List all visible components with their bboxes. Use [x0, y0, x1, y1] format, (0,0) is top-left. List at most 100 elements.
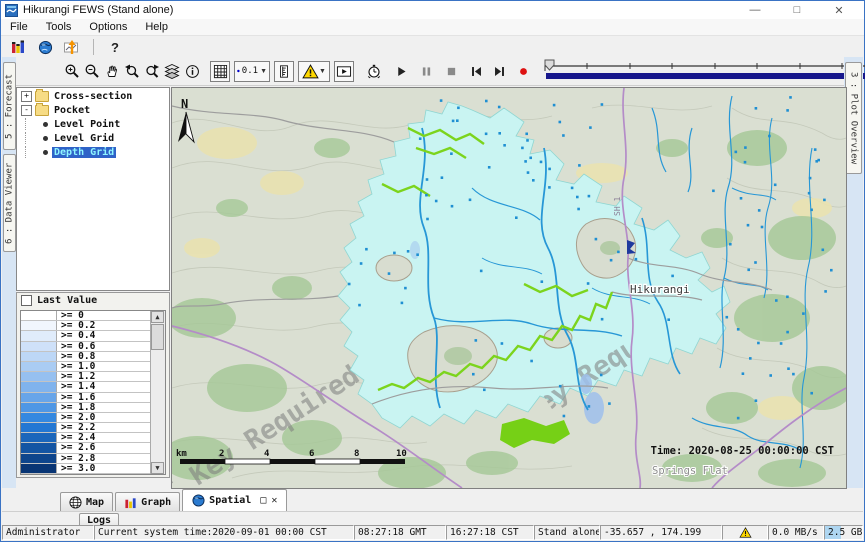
- tree-item-level-point[interactable]: Level Point: [17, 118, 169, 130]
- legend-swatch: [21, 311, 57, 320]
- legend-swatch: [21, 321, 57, 330]
- globe-icon: [192, 494, 205, 507]
- legend-swatch: [21, 372, 57, 381]
- title-bar: Hikurangi FEWS (Stand alone) — □ ✕: [1, 1, 864, 19]
- tree-item-cross-section[interactable]: + Cross-section: [17, 90, 169, 102]
- animation-settings-icon[interactable]: [364, 61, 384, 82]
- menu-tools[interactable]: Tools: [42, 20, 80, 34]
- svg-text:10: 10: [396, 449, 407, 459]
- last-value-checkbox[interactable]: [21, 295, 32, 306]
- legend-swatch: [21, 382, 57, 391]
- timeseries-display-icon[interactable]: [63, 38, 81, 56]
- status-gmt-time: 08:27:18 GMT: [354, 525, 446, 540]
- stop-button[interactable]: [442, 61, 461, 82]
- info-icon[interactable]: [182, 61, 202, 82]
- legend-entry[interactable]: >= 3.2: [21, 474, 151, 475]
- map-view[interactable]: API Key Required API Key Required: [171, 87, 847, 489]
- wireframe-globe-icon: [69, 496, 82, 509]
- pan-hand-icon[interactable]: [102, 61, 122, 82]
- status-warning[interactable]: [722, 525, 768, 540]
- menu-options[interactable]: Options: [85, 20, 135, 34]
- bullet-icon: [43, 136, 48, 141]
- tree-item-depth-grid[interactable]: Depth Grid: [17, 146, 169, 158]
- grid-display-button[interactable]: [210, 61, 230, 82]
- legend-swatch: [21, 352, 57, 361]
- minimize-button[interactable]: —: [734, 4, 776, 16]
- legend-swatch: [21, 423, 57, 432]
- time-slider[interactable]: [541, 59, 865, 83]
- tab-forecast[interactable]: 5 : Forecast: [3, 62, 16, 150]
- tree-connector: [25, 118, 43, 130]
- place-label: Springs Flat: [652, 465, 728, 477]
- scalebar-button[interactable]: [274, 61, 294, 82]
- zoom-next-icon[interactable]: [142, 61, 162, 82]
- pause-button[interactable]: [417, 61, 436, 82]
- last-value-row: Last Value: [17, 293, 169, 308]
- warning-icon: [739, 527, 752, 538]
- explorer-icon[interactable]: [9, 38, 27, 56]
- legend-panel: Last Value >= 0 >= 0.2 >= 0.4 >= 0.6 >= …: [16, 292, 170, 478]
- scroll-thumb[interactable]: [151, 324, 164, 350]
- legend-swatch: [21, 454, 57, 463]
- legend-swatch: [21, 413, 57, 422]
- warning-threshold-dropdown[interactable]: ▼: [298, 61, 330, 82]
- classbreak-dropdown[interactable]: 0.1▼: [234, 61, 270, 82]
- bullet-icon: [43, 122, 48, 127]
- menu-file[interactable]: File: [6, 20, 36, 34]
- go-to-start-button[interactable]: [467, 61, 486, 82]
- tree-connector: [25, 146, 43, 158]
- chevron-down-icon: ▼: [260, 68, 267, 75]
- help-button[interactable]: ?: [106, 38, 124, 56]
- tab-close-icon[interactable]: ✕: [271, 495, 277, 506]
- tab-spatial[interactable]: Spatial □ ✕: [182, 489, 287, 511]
- status-local-time: 16:27:18 CST: [446, 525, 534, 540]
- menu-bar: File Tools Options Help: [1, 19, 864, 36]
- legend-swatch: [21, 433, 57, 442]
- collapse-icon[interactable]: -: [21, 105, 32, 116]
- zoom-previous-icon[interactable]: [122, 61, 142, 82]
- maximize-button[interactable]: □: [776, 4, 818, 16]
- close-button[interactable]: ✕: [818, 4, 860, 17]
- legend-swatch: [21, 443, 57, 452]
- tab-map[interactable]: Map: [60, 492, 113, 511]
- legend-scrollbar[interactable]: ▲ ▼: [150, 311, 165, 474]
- map-time-label: Time: 2020-08-25 00:00:00 CST: [651, 445, 834, 457]
- svg-text:2: 2: [219, 449, 224, 459]
- svg-text:km: km: [176, 449, 187, 459]
- legend-swatch: [21, 474, 57, 475]
- go-to-end-button[interactable]: [490, 61, 509, 82]
- layers-tree-panel: + Cross-section - Pocket Level Point Lev…: [16, 87, 170, 291]
- tree-item-pocket[interactable]: - Pocket: [17, 104, 169, 116]
- tab-plot-overview[interactable]: 3 : Plot Overview: [845, 62, 862, 174]
- road-label: SH 1: [613, 197, 622, 216]
- legend-swatch: [21, 331, 57, 340]
- tab-graph[interactable]: Graph: [115, 492, 180, 511]
- map-globe-icon[interactable]: [36, 38, 54, 56]
- svg-text:N: N: [181, 97, 188, 111]
- svg-text:4: 4: [264, 449, 270, 459]
- scroll-down-icon[interactable]: ▼: [151, 462, 164, 474]
- legend-entry[interactable]: >= 1.4: [21, 382, 151, 392]
- town-label: Hikurangi: [630, 283, 690, 296]
- tree-connector: [25, 132, 43, 144]
- tree-item-level-grid[interactable]: Level Grid: [17, 132, 169, 144]
- tab-data-viewer[interactable]: 6 : Data Viewer: [3, 154, 16, 252]
- svg-text:8: 8: [354, 449, 359, 459]
- status-bar: Administrator Current system time:2020-0…: [2, 525, 863, 540]
- status-transfer-rate: 0.0 MB/s: [768, 525, 824, 540]
- left-tab-strip: 5 : Forecast 6 : Data Viewer: [2, 57, 16, 488]
- legend-list: >= 0 >= 0.2 >= 0.4 >= 0.6 >= 0.8 >= 1.0 …: [20, 310, 166, 475]
- status-coordinates: -35.657 , 174.199: [600, 525, 722, 540]
- zoom-in-icon[interactable]: [62, 61, 82, 82]
- layers-icon[interactable]: [162, 61, 182, 82]
- zoom-out-icon[interactable]: [82, 61, 102, 82]
- record-button[interactable]: [514, 61, 533, 82]
- scroll-up-icon[interactable]: ▲: [151, 311, 164, 323]
- expand-icon[interactable]: +: [21, 91, 32, 102]
- legend-swatch: [21, 362, 57, 371]
- play-button[interactable]: [392, 61, 411, 82]
- animation-window-button[interactable]: [334, 61, 354, 82]
- legend-swatch: [21, 403, 57, 412]
- tab-maximize-icon[interactable]: □: [260, 495, 266, 506]
- menu-help[interactable]: Help: [141, 20, 176, 34]
